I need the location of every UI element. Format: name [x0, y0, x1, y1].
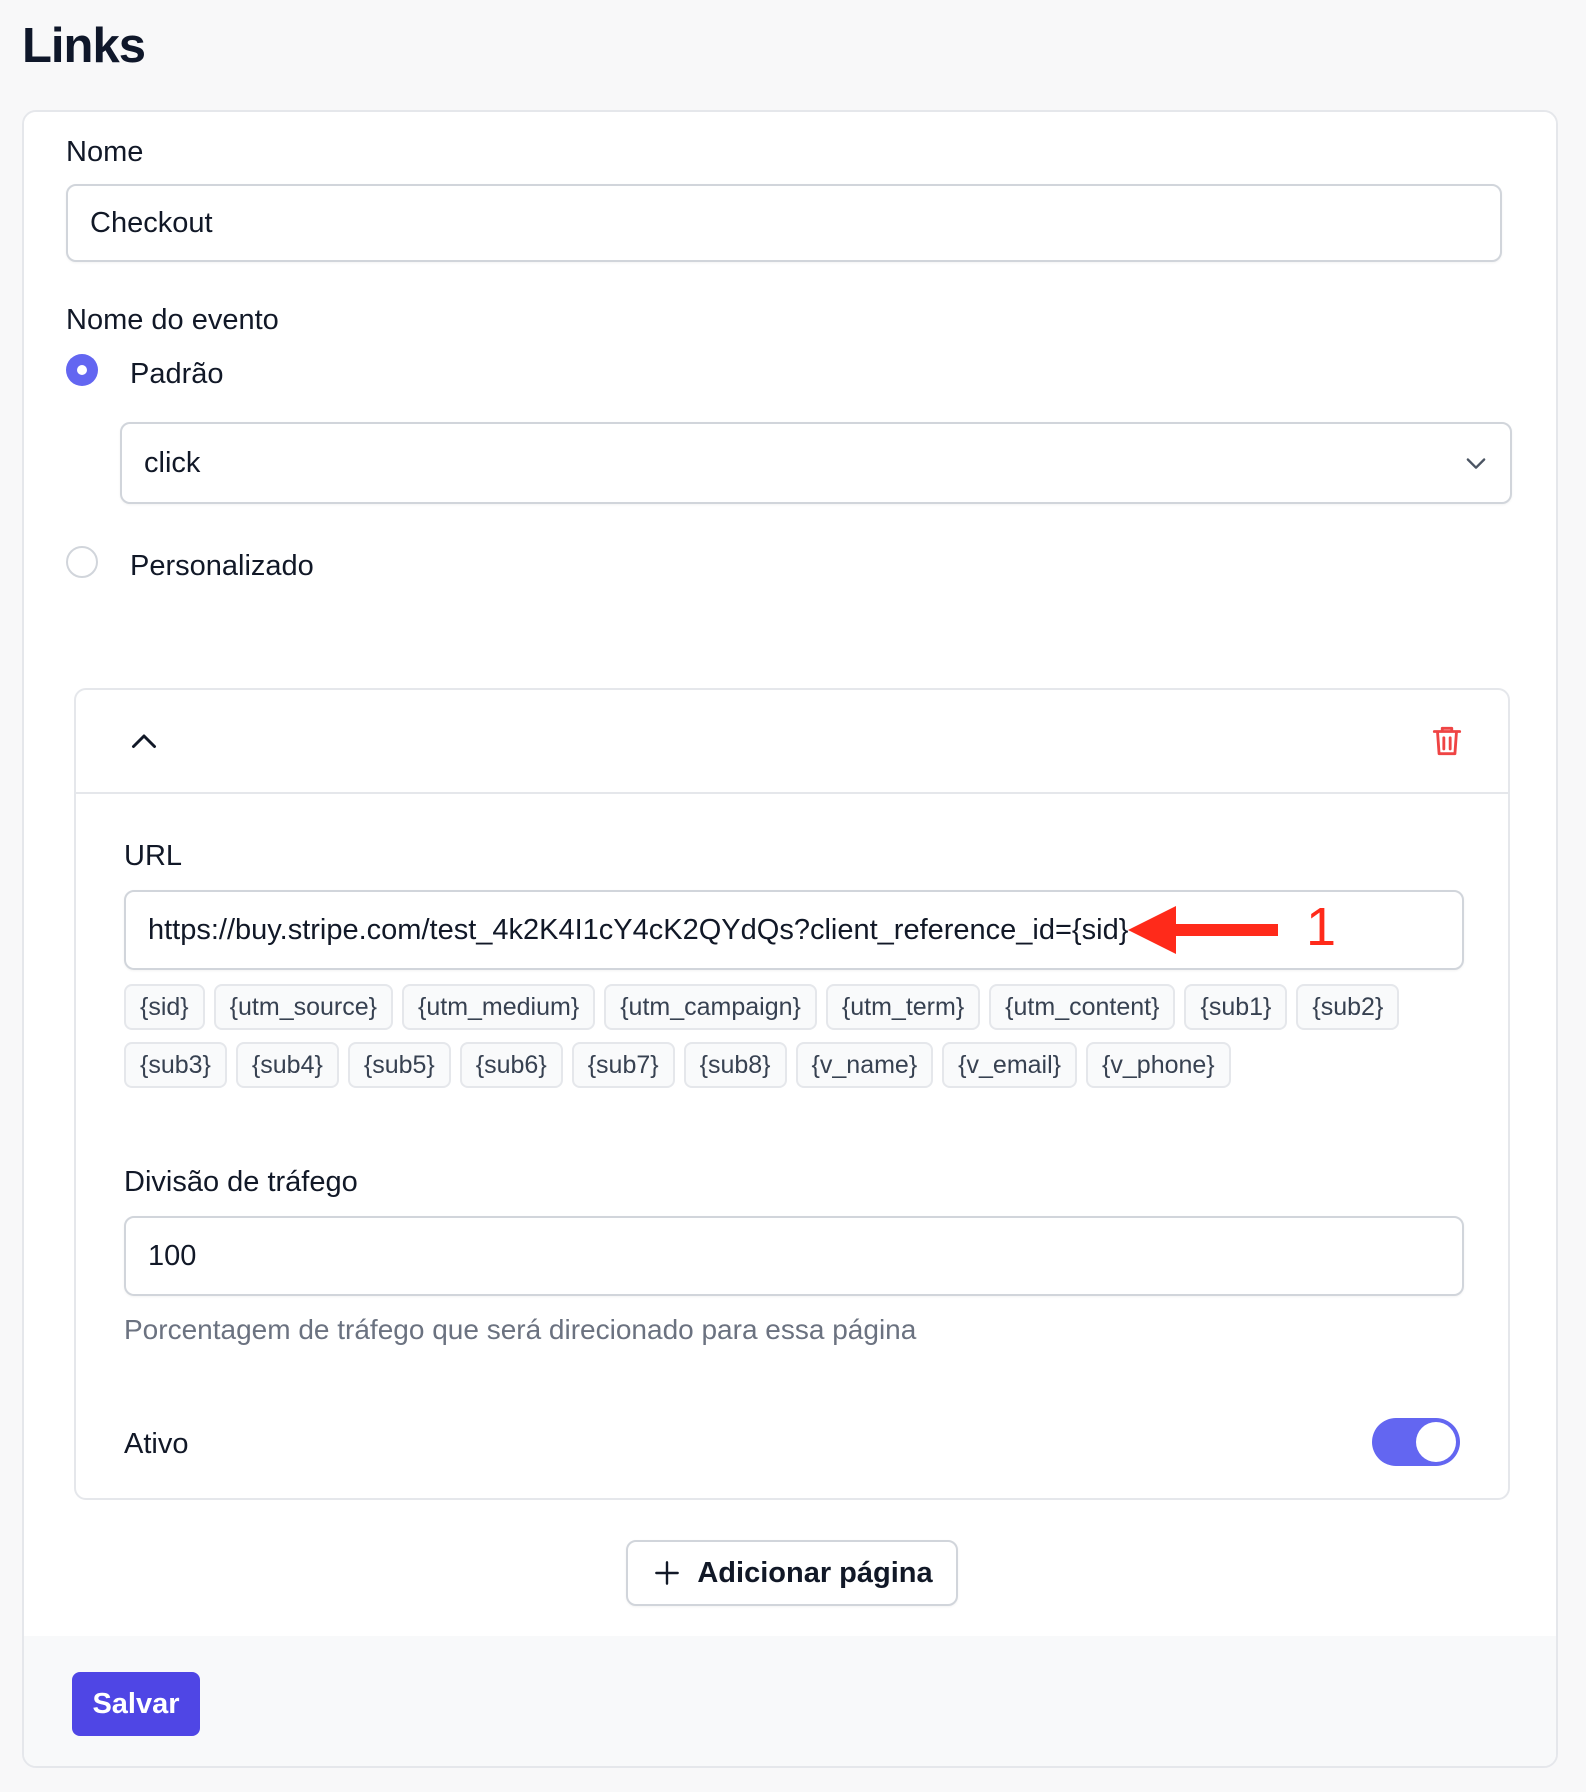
active-label: Ativo [124, 1428, 189, 1460]
variable-chip[interactable]: {v_name} [795, 1042, 934, 1088]
chevron-up-icon[interactable] [126, 724, 162, 760]
page-title: Links [22, 19, 146, 73]
variable-chip[interactable]: {sub5} [347, 1042, 451, 1088]
url-input-value: https://buy.stripe.com/test_4k2K4I1cY4cK… [148, 913, 1129, 946]
variable-chip[interactable]: {utm_content} [989, 984, 1176, 1030]
variable-chip[interactable]: {v_email} [942, 1042, 1078, 1088]
variable-chip[interactable]: {sub3} [124, 1042, 227, 1088]
variable-chip[interactable]: {sub2} [1296, 984, 1400, 1030]
variable-chip[interactable]: {utm_campaign} [604, 984, 817, 1030]
form-body: Nome Checkout Nome do evento Padrão clic… [24, 112, 1556, 1640]
variable-chip[interactable]: {sid} [124, 984, 205, 1030]
annotation-number: 1 [1306, 897, 1337, 957]
traffic-input-value: 100 [148, 1239, 197, 1272]
plus-icon [655, 1561, 680, 1585]
chips-row-1: {sid} {utm_source} {utm_medium} {utm_campai… [124, 984, 1464, 1030]
variable-chip[interactable]: {sub1} [1184, 984, 1288, 1030]
variable-chip[interactable]: {utm_source} [213, 984, 393, 1030]
variable-chip[interactable]: {sub4} [235, 1042, 339, 1088]
save-button[interactable]: Salvar [72, 1672, 200, 1736]
radio-custom[interactable] [66, 546, 98, 578]
radio-custom-label[interactable]: Personalizado [130, 548, 314, 584]
traffic-input[interactable]: 100 [124, 1216, 1464, 1296]
add-page-button[interactable]: Adicionar página [626, 1540, 958, 1606]
chevron-down-icon [1466, 458, 1486, 469]
variable-chip[interactable]: {v_phone} [1086, 1042, 1231, 1088]
add-page-label: Adicionar página [697, 1556, 933, 1589]
event-select[interactable]: click [120, 422, 1512, 504]
variable-chips: {sid} {utm_source} {utm_medium} {utm_campai… [124, 984, 1464, 1100]
event-name-label: Nome do evento [66, 304, 279, 336]
name-label: Nome [66, 136, 144, 168]
form-footer [24, 1636, 1556, 1766]
variable-chip[interactable]: {sub8} [683, 1042, 787, 1088]
variable-chip[interactable]: {sub6} [459, 1042, 563, 1088]
chips-row-2: {sub3} {sub4} {sub5} {sub6} {sub7} {sub8} {v_n… [124, 1042, 1464, 1088]
trash-icon[interactable] [1428, 722, 1466, 760]
url-label: URL [124, 840, 183, 872]
page-panel: URL https://buy.stripe.com/test_4k2K4I1c… [74, 688, 1510, 1500]
radio-default[interactable] [66, 354, 98, 386]
name-input-value: Checkout [90, 206, 213, 239]
active-toggle[interactable] [1372, 1418, 1460, 1466]
name-input[interactable]: Checkout [66, 184, 1502, 262]
variable-chip[interactable]: {utm_term} [825, 984, 981, 1030]
panel-header [76, 690, 1508, 794]
variable-chip[interactable]: {sub7} [571, 1042, 675, 1088]
traffic-help-text: Porcentagem de tráfego que será direcion… [124, 1314, 917, 1345]
links-form-card: Nome Checkout Nome do evento Padrão clic… [22, 110, 1558, 1768]
annotation-arrow [1128, 906, 1278, 954]
event-select-value: click [144, 446, 201, 479]
traffic-label: Divisão de tráfego [124, 1166, 358, 1198]
radio-default-label[interactable]: Padrão [130, 356, 224, 392]
variable-chip[interactable]: {utm_medium} [402, 984, 596, 1030]
